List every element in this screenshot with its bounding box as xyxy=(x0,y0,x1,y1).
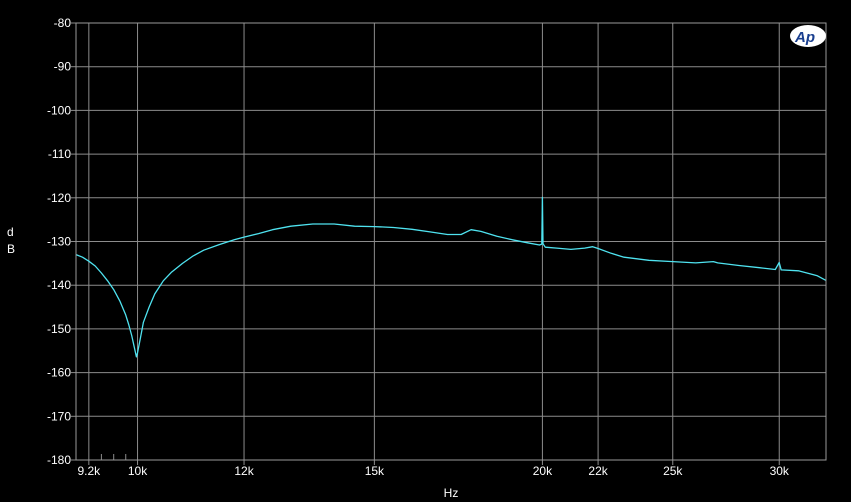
x-tick-label: 9.2k xyxy=(77,464,101,478)
y-tick-label: -110 xyxy=(48,147,71,161)
x-tick-label: 15k xyxy=(365,464,385,478)
y-axis-label: d xyxy=(7,225,14,239)
y-axis-label-2: B xyxy=(7,242,15,256)
x-axis-label: Hz xyxy=(444,486,459,500)
y-tick-label: -80 xyxy=(54,16,72,30)
y-tick-label: -150 xyxy=(47,322,71,336)
y-tick-label: -90 xyxy=(54,60,72,74)
ap-logo: Ap xyxy=(790,25,826,47)
y-tick-label: -160 xyxy=(47,366,71,380)
ap-logo-text: Ap xyxy=(794,29,815,46)
x-tick-label: 10k xyxy=(128,464,148,478)
x-tick-label: 25k xyxy=(663,464,683,478)
y-tick-label: -170 xyxy=(47,409,71,423)
y-tick-label: -100 xyxy=(47,103,71,117)
y-tick-label: -140 xyxy=(47,278,71,292)
x-tick-label: 20k xyxy=(533,464,553,478)
x-tick-label: 30k xyxy=(770,464,790,478)
y-tick-label: -180 xyxy=(47,453,71,467)
spectrum-chart: -80 -90 -100 -110 -120 -130 -140 -150 -160 -170 -1… xyxy=(0,0,851,502)
x-tick-label: 12k xyxy=(234,464,254,478)
x-tick-label: 22k xyxy=(588,464,608,478)
y-tick-label: -120 xyxy=(47,191,71,205)
y-tick-label: -130 xyxy=(47,235,71,249)
plot-background xyxy=(0,0,851,502)
